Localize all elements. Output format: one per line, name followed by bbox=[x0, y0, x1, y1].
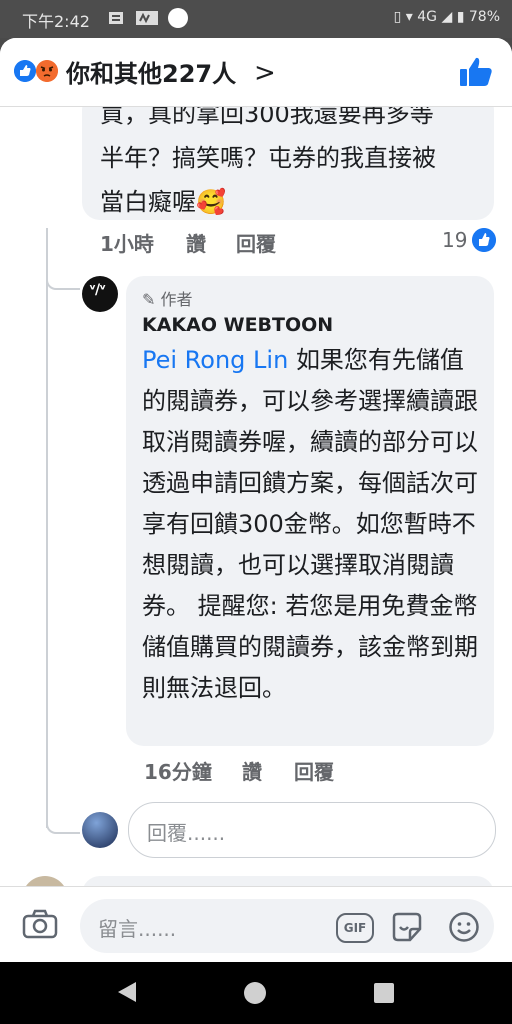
reply-text: Pei Rong Lin 如果您有先儲值的閱讀券，可以參考選擇續讀跟取消閱讀券喔… bbox=[142, 340, 482, 709]
thread-connector bbox=[46, 274, 80, 290]
comment-input-placeholder: 留言...... bbox=[98, 917, 177, 941]
reply-time: 16分鐘 bbox=[144, 760, 212, 784]
comments-sheet: 買，真的拿回300我還要再多等 半年？搞笑嗎？屯券的我直接被 當白癡喔🥰 1小時… bbox=[0, 38, 512, 962]
circle-dot-icon bbox=[168, 8, 188, 28]
reactions-header[interactable]: 你和其他227人 > bbox=[0, 38, 512, 107]
thread-connector bbox=[46, 818, 80, 834]
back-icon[interactable] bbox=[116, 980, 138, 1004]
camera-icon[interactable] bbox=[22, 909, 58, 939]
wifi-icon: ▾ bbox=[405, 9, 413, 25]
angry-reaction-icon bbox=[36, 60, 58, 82]
reply-like-link[interactable]: 讚 bbox=[242, 756, 262, 785]
thumbs-up-icon[interactable] bbox=[458, 56, 494, 88]
like-reaction-icon bbox=[472, 228, 496, 252]
vibrate-icon: ▯ bbox=[393, 9, 402, 25]
mention-link[interactable]: Pei Rong Lin bbox=[142, 346, 288, 374]
author-badge: ✎ 作者 bbox=[142, 290, 193, 309]
comment-like-count[interactable]: 19 bbox=[442, 228, 467, 252]
emoji-icon[interactable] bbox=[448, 911, 480, 943]
reply-input-placeholder: 回覆...... bbox=[147, 821, 226, 845]
comment-bubble[interactable]: 買，真的拿回300我還要再多等 半年？搞笑嗎？屯券的我直接被 當白癡喔🥰 bbox=[82, 92, 494, 220]
chevron-right-icon: > bbox=[254, 58, 276, 88]
comment-like-link[interactable]: 讚 bbox=[186, 228, 206, 257]
pencil-icon: ✎ bbox=[142, 290, 156, 309]
comment-time: 1小時 bbox=[100, 232, 154, 256]
battery-icon: ▮ bbox=[456, 9, 465, 25]
reply-reply-link[interactable]: 回覆 bbox=[294, 756, 334, 785]
recent-apps-icon[interactable] bbox=[374, 983, 394, 1003]
user-avatar bbox=[82, 812, 118, 848]
status-indicators: ▯ ▾ 4G ◢ ▮ 78% bbox=[394, 9, 500, 25]
reply-author[interactable]: KAKAO WEBTOON bbox=[142, 314, 333, 336]
webtoon-app-icon bbox=[136, 11, 158, 25]
home-icon[interactable] bbox=[244, 982, 266, 1004]
reply-body-text: 如果您有先儲值的閱讀券，可以參考選擇續讀跟取消閱讀券喔，續讀的部分可以透過申請回… bbox=[142, 346, 478, 702]
android-nav-bar bbox=[0, 962, 512, 1024]
kakao-logo-icon: ᵛ/ᵛ bbox=[89, 282, 106, 298]
comment-composer: 留言...... GIF bbox=[0, 886, 512, 962]
network-type: 4G bbox=[417, 9, 438, 25]
gif-button[interactable]: GIF bbox=[336, 913, 374, 943]
reply-bubble[interactable]: ✎ 作者 KAKAO WEBTOON Pei Rong Lin 如果您有先儲值的… bbox=[126, 276, 494, 746]
kakao-avatar[interactable]: ᵛ/ᵛ bbox=[82, 276, 118, 312]
signal-icon: ◢ bbox=[441, 9, 453, 25]
status-bar: 下午2:42 ▯ ▾ 4G ◢ ▮ 78% bbox=[0, 0, 512, 38]
sticker-icon[interactable] bbox=[390, 911, 424, 943]
comment-input[interactable]: 留言...... GIF bbox=[80, 899, 494, 953]
comment-text: 買，真的拿回300我還要再多等 半年？搞笑嗎？屯券的我直接被 當白癡喔🥰 bbox=[100, 100, 436, 216]
status-time: 下午2:42 bbox=[22, 12, 90, 31]
notification-icon bbox=[109, 12, 123, 24]
comment-reply-link[interactable]: 回覆 bbox=[236, 228, 276, 257]
reply-input[interactable]: 回覆...... bbox=[128, 802, 496, 858]
battery-percent: 78% bbox=[468, 9, 500, 25]
like-reaction-icon bbox=[14, 60, 36, 82]
thread-line bbox=[46, 228, 48, 828]
reactions-summary[interactable]: 你和其他227人 bbox=[66, 54, 236, 89]
